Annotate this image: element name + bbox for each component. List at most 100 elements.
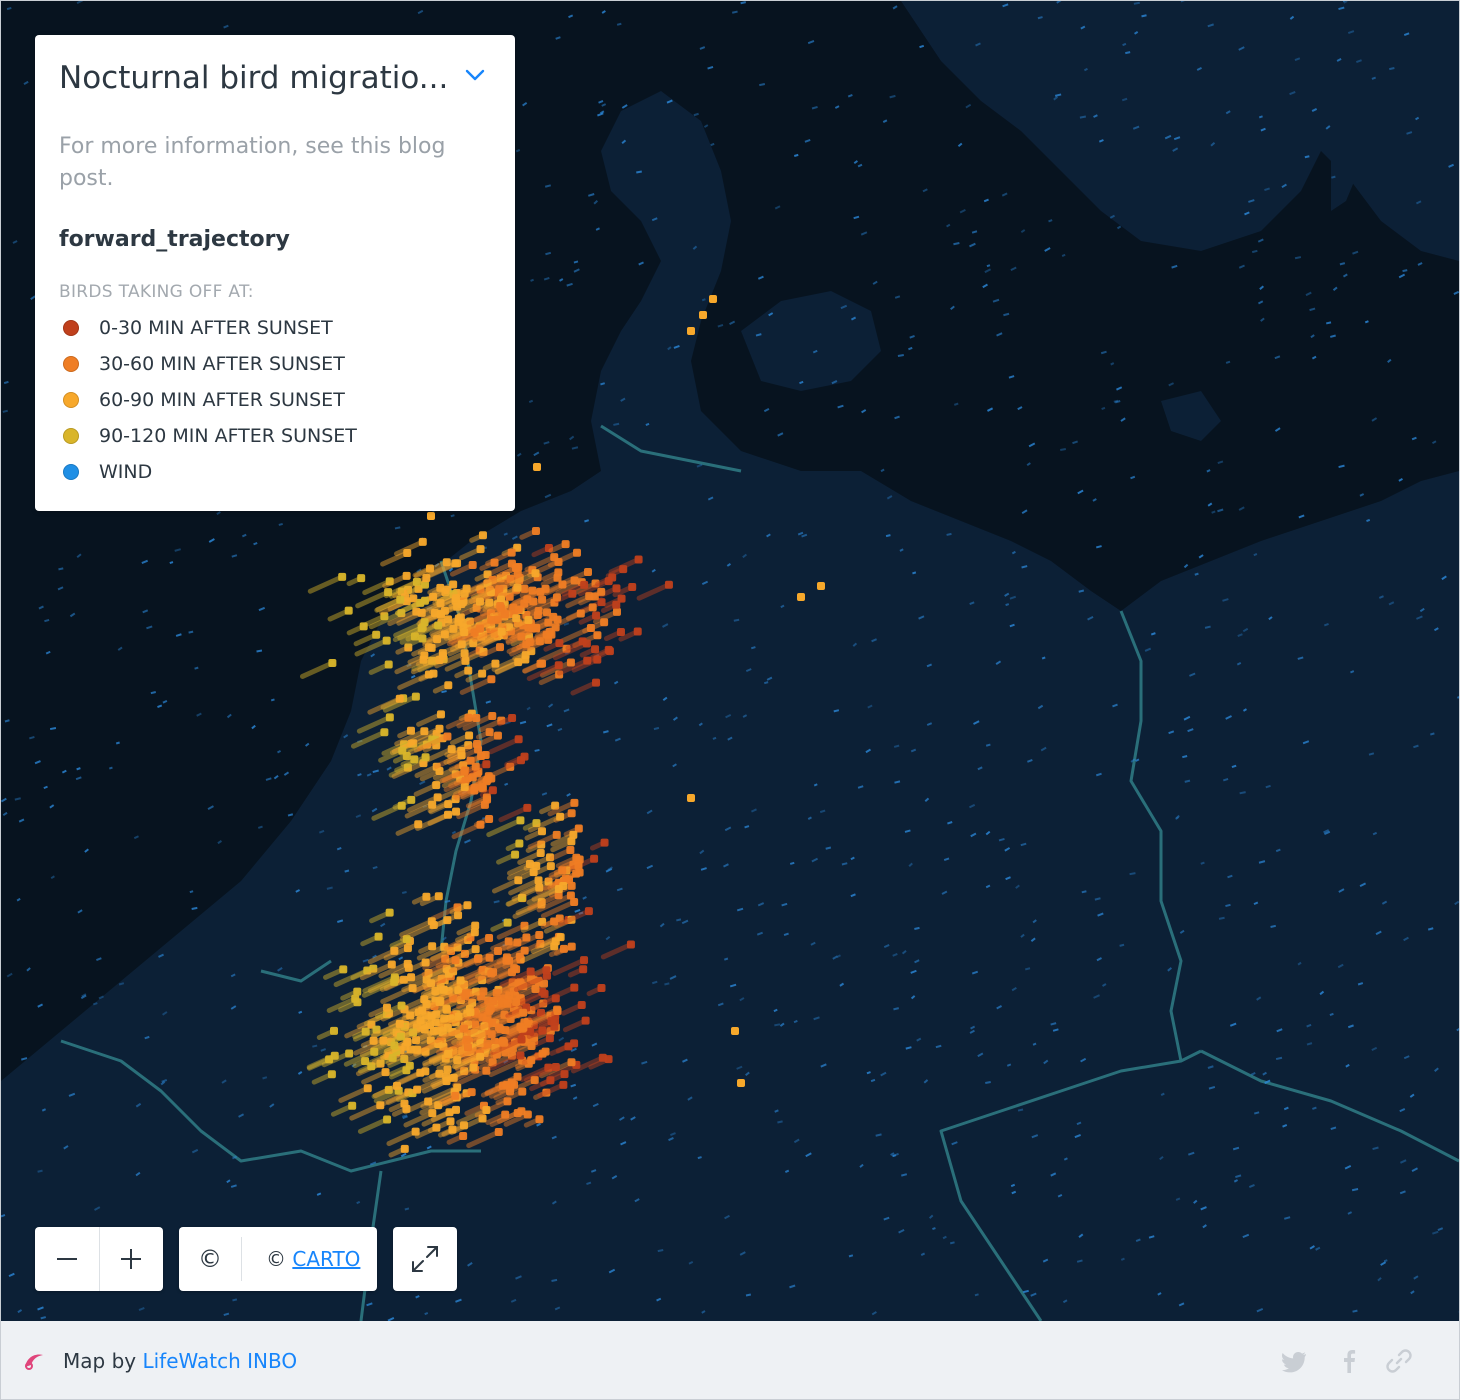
trajectory-head [512, 965, 521, 974]
trajectory-head [452, 1105, 461, 1114]
zoom-in-button[interactable] [100, 1227, 164, 1291]
carto-link[interactable]: CARTO [292, 1247, 360, 1271]
wind-particle [1338, 464, 1345, 469]
link-icon[interactable] [1385, 1347, 1413, 1375]
wind-particle [1141, 14, 1147, 18]
attribution-toggle-button[interactable]: © [179, 1245, 241, 1273]
wind-particle [115, 741, 120, 745]
trajectory-head [448, 1125, 457, 1134]
wind-particle [1006, 1063, 1012, 1067]
trajectory-head [348, 1101, 357, 1110]
wind-particle [893, 744, 900, 748]
wind-particle [1325, 321, 1332, 325]
wind-particle [504, 782, 509, 786]
wind-particle [344, 869, 350, 873]
legend-item-label: 60-90 MIN AFTER SUNSET [99, 389, 345, 411]
trajectory-head [519, 1008, 528, 1017]
wind-particle [712, 736, 717, 740]
facebook-icon[interactable] [1335, 1347, 1363, 1375]
trajectory-head [580, 956, 589, 965]
wind-particle [740, 1, 746, 5]
wind-particle [1114, 400, 1121, 404]
wind-particle [1022, 1289, 1029, 1294]
trajectory-head [591, 645, 600, 654]
twitter-icon[interactable] [1281, 1347, 1309, 1375]
trajectory-head [514, 876, 523, 885]
trajectory-head [604, 1055, 613, 1064]
trajectory-head [460, 649, 469, 658]
legend-item-label: 90-120 MIN AFTER SUNSET [99, 425, 357, 447]
trajectory-head [540, 989, 549, 998]
wind-particle [545, 251, 552, 256]
trajectory-head [550, 553, 559, 562]
trajectory-head [567, 809, 576, 818]
trajectory-head [581, 1016, 590, 1025]
trajectory-head [457, 640, 466, 649]
trajectory-head [516, 1051, 525, 1060]
author-link[interactable]: LifeWatch INBO [142, 1349, 297, 1373]
wind-particle [1160, 1092, 1165, 1096]
wind-particle [912, 571, 917, 575]
trajectory-head [534, 876, 543, 885]
trajectory-head [395, 694, 404, 703]
trajectory-head [521, 651, 530, 660]
wind-particle [404, 1207, 410, 1211]
footer-bar: Map by LifeWatch INBO [1, 1321, 1459, 1399]
trajectory-head [494, 1128, 503, 1137]
wind-particle [616, 22, 622, 26]
wind-particle [710, 142, 715, 147]
trajectory-head [436, 710, 445, 719]
trajectory-head [525, 859, 534, 868]
wind-particle [41, 1108, 47, 1112]
trajectory-head [597, 587, 606, 596]
trajectory-head [469, 1063, 478, 1072]
wind-particle [191, 906, 198, 910]
trajectory-head [436, 599, 445, 608]
trajectory-head [451, 559, 460, 568]
wind-particle [897, 353, 904, 357]
wind-particle [1101, 406, 1106, 410]
trajectory-head [397, 801, 406, 810]
trajectory-head [411, 692, 420, 701]
trajectory-head [388, 1053, 397, 1062]
trajectory-head [454, 617, 463, 626]
wind-particle [1294, 256, 1302, 260]
wind-particle [841, 862, 848, 866]
trajectory-head [664, 580, 673, 589]
trajectory-head [434, 621, 443, 630]
wind-particle [270, 698, 275, 702]
trajectory-head [512, 614, 521, 623]
wind-particle [600, 382, 606, 386]
wind-particle [613, 422, 620, 426]
trajectory-head [604, 577, 613, 586]
minus-icon [56, 1258, 77, 1260]
wind-particle [793, 153, 799, 157]
legend-item: 30-60 MIN AFTER SUNSET [59, 346, 491, 382]
wind-particle [833, 709, 840, 713]
trajectory-head [626, 940, 635, 949]
trajectory-head [476, 820, 485, 829]
wind-particle [1211, 510, 1216, 514]
trajectory-head [443, 1023, 452, 1032]
wind-particle [43, 785, 48, 790]
trajectory-head [482, 793, 491, 802]
trajectory-head [416, 1016, 425, 1025]
wind-particle [905, 1046, 912, 1050]
trajectory-head [478, 669, 487, 678]
trajectory-head [566, 658, 575, 667]
wind-particle [1079, 115, 1087, 119]
trajectory-head [797, 593, 805, 601]
trajectory-head [344, 606, 353, 615]
wind-particle [763, 681, 769, 685]
zoom-out-button[interactable] [35, 1227, 99, 1291]
chevron-down-icon[interactable] [463, 63, 487, 87]
wind-particle [949, 1241, 955, 1245]
legend-panel: Nocturnal bird migratio... For more info… [35, 35, 515, 511]
wind-particle [287, 813, 294, 817]
trajectory-head [600, 618, 609, 627]
wind-particle [401, 891, 407, 894]
trajectory-head [330, 1051, 339, 1060]
trajectory-head [412, 1036, 421, 1045]
trajectory-head [384, 660, 393, 669]
fullscreen-button[interactable] [393, 1227, 457, 1291]
